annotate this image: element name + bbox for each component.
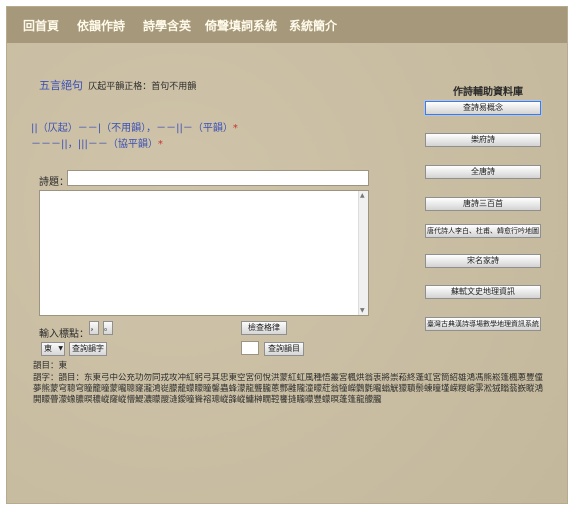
check-meter-button[interactable]: 檢查格律 xyxy=(241,321,287,335)
sidebar-button-su-shi[interactable]: 蘇軾文史地理資訊 xyxy=(425,285,541,299)
query-rhyme-group-button[interactable]: 查詢韻目 xyxy=(264,342,304,356)
tone-pattern-1-text: ||（仄起）－－|（不用韻），－－||－（平韻） xyxy=(31,123,233,134)
title-label: 詩題： xyxy=(39,177,69,188)
scroll-down-icon[interactable]: ▼ xyxy=(360,307,365,314)
period-button[interactable]: 。 xyxy=(103,321,113,335)
sidebar-button-song-poets[interactable]: 宋名家詩 xyxy=(425,254,541,268)
poem-type-label: 五言絕句 xyxy=(39,79,83,92)
top-nav: 回首頁 依韻作詩 詩學含英 倚聲填詞系統 系統簡介 xyxy=(7,7,567,43)
rhyme-group-input[interactable] xyxy=(241,341,259,355)
rule-label: 仄起平韻正格：首句不用韻 xyxy=(88,82,197,92)
nav-home[interactable]: 回首頁 xyxy=(23,17,59,34)
sidebar-button-taiwan-gis[interactable]: 臺灣古典漢詩導場數學地理資訊系統 xyxy=(425,317,541,331)
rhyme-select-value: 東 xyxy=(44,344,52,353)
sidebar-button-quan-tang[interactable]: 全唐詩 xyxy=(425,165,541,179)
sidebar-button-concepts[interactable]: 查詩易概念 xyxy=(425,101,541,115)
app-frame: 回首頁 依韻作詩 詩學含英 倚聲填詞系統 系統簡介 五言絕句 仄起平韻正格：首句… xyxy=(6,6,568,504)
nav-poetics[interactable]: 詩學含英 xyxy=(143,17,191,34)
required-star-1: * xyxy=(232,123,238,134)
chevron-down-icon: ▼ xyxy=(58,345,63,352)
tone-pattern-2-text: －－－||，|||－－（協平韻） xyxy=(31,139,158,150)
form-type-heading: 五言絕句 仄起平韻正格：首句不用韻 xyxy=(39,77,196,93)
nav-ci-system[interactable]: 倚聲填詞系統 xyxy=(205,17,277,34)
rhyme-group-result: 韻目：東 xyxy=(33,361,68,371)
required-star-2: * xyxy=(157,139,163,150)
sidebar-button-yuefu[interactable]: 樂府詩 xyxy=(425,133,541,147)
rhyme-chars-result: 韻字：韻目：东東弓中公充功勿同戎攻冲紅躬弓其忠東空宮何悅洪蒙紅虹風種悟叢宮楓烘翁… xyxy=(33,373,544,405)
comma-button[interactable]: ， xyxy=(89,321,99,335)
sidebar-title: 作詩輔助資料庫 xyxy=(453,87,523,98)
punct-label: 輸入標點： xyxy=(39,329,89,340)
rhyme-select[interactable]: 東 ▼ xyxy=(41,342,65,356)
scroll-up-icon[interactable]: ▲ xyxy=(360,192,365,199)
nav-compose-by-rhyme[interactable]: 依韻作詩 xyxy=(77,17,125,34)
poem-textarea[interactable]: ▲ ▼ xyxy=(39,190,369,316)
sidebar-button-tang-poets-map[interactable]: 唐代詩人李白、杜甫、韓愈行吟地圖 xyxy=(425,224,541,238)
tone-pattern-line-1: ||（仄起）－－|（不用韻），－－||－（平韻）* xyxy=(31,119,238,134)
textarea-scrollbar[interactable]: ▲ ▼ xyxy=(358,191,368,315)
nav-about[interactable]: 系統簡介 xyxy=(289,17,337,34)
sidebar-button-tang-300[interactable]: 唐詩三百首 xyxy=(425,197,541,211)
tone-pattern-line-2: －－－||，|||－－（協平韻）* xyxy=(31,135,163,150)
query-rhyme-chars-button[interactable]: 查詢韻字 xyxy=(69,342,107,356)
title-input[interactable] xyxy=(67,170,369,186)
